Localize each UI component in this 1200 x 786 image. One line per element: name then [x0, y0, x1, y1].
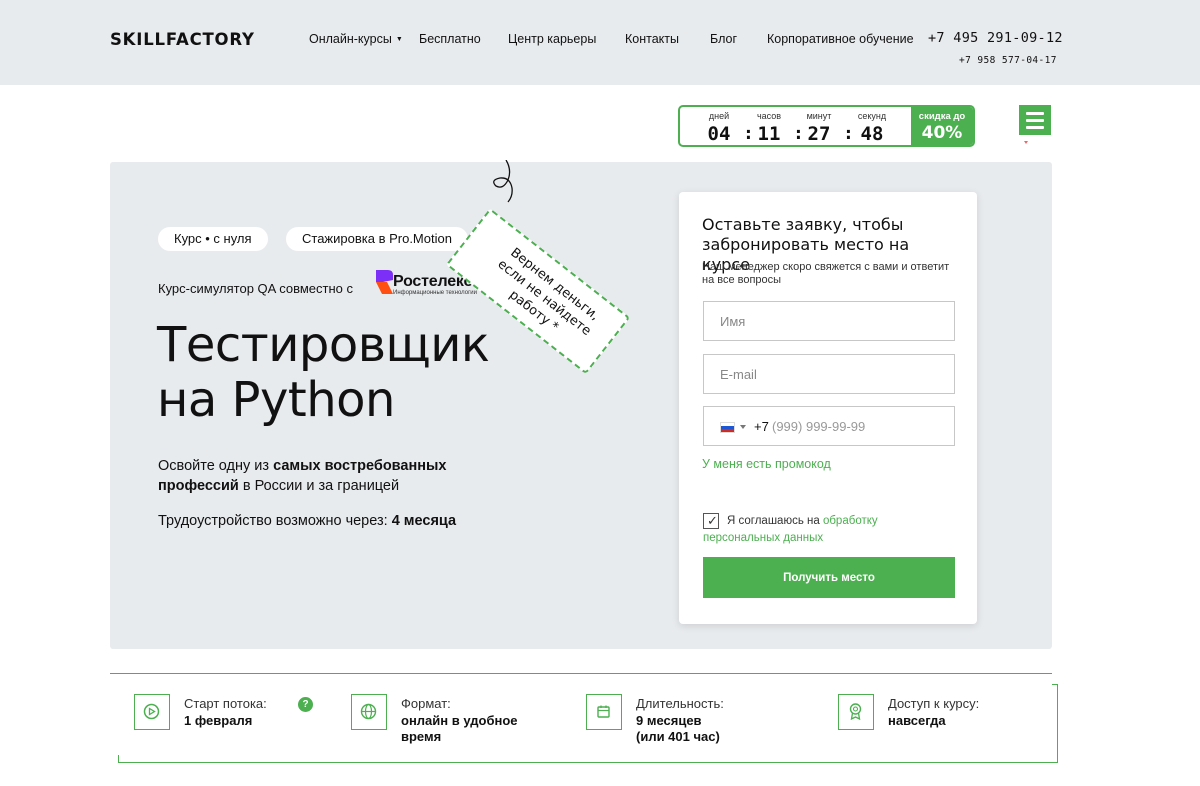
- promo-code-link[interactable]: У меня есть промокод: [702, 457, 831, 471]
- logo[interactable]: SKILLFACTORY: [110, 30, 255, 49]
- badge-internship: Стажировка в Pro.Motion: [286, 227, 468, 251]
- badge-from-scratch: Курс • с нуля: [158, 227, 268, 251]
- hamburger-icon: [1026, 126, 1044, 129]
- employment-label: Трудоустройство возможно через:: [158, 513, 392, 529]
- partner-text: Курс-симулятор QA совместно с: [158, 281, 354, 296]
- hero-description: Освойте одну из самых востребованных про…: [158, 457, 488, 496]
- partner-subtitle: Информационные технологии: [393, 290, 477, 296]
- nav-contacts[interactable]: Контакты: [625, 32, 679, 46]
- tag-string-icon: [493, 160, 513, 203]
- info-access-label: Доступ к курсу:: [888, 696, 980, 711]
- countdown-days: 04: [707, 123, 731, 145]
- info-duration-value: 9 месяцев (или 401 час): [636, 713, 720, 745]
- hamburger-icon: [1026, 112, 1044, 115]
- chevron-down-icon: ▼: [395, 36, 403, 43]
- chevron-down-icon[interactable]: [740, 425, 746, 429]
- page-title: Тестировщик на Python: [157, 317, 490, 428]
- phone-prefix: +7: [754, 419, 769, 434]
- phone-field[interactable]: +7: [703, 406, 955, 446]
- info-format-label: Формат:: [401, 696, 451, 711]
- discount-countdown: дней 04 : часов 11 : минут 27 : секунд 4…: [678, 105, 975, 147]
- russia-flag-icon[interactable]: [720, 422, 735, 433]
- info-format-line-1: онлайн в удобное: [401, 713, 518, 728]
- employment-info: Трудоустройство возможно через: 4 месяца: [158, 513, 456, 529]
- nav-free[interactable]: Бесплатно: [419, 32, 481, 46]
- nav-corporate[interactable]: Корпоративное обучение: [767, 32, 914, 46]
- title-line-1: Тестировщик: [157, 317, 490, 373]
- countdown-hours-label: часов: [756, 111, 782, 121]
- help-icon[interactable]: ?: [298, 697, 313, 712]
- hamburger-icon: [1026, 119, 1044, 122]
- info-duration-line-2: (или 401 час): [636, 729, 720, 744]
- countdown-minutes-label: минут: [806, 111, 832, 121]
- checkmark-icon: ✓: [707, 513, 718, 528]
- nav-blog[interactable]: Блог: [710, 32, 737, 46]
- menu-indicator-icon: [1024, 141, 1028, 144]
- phone-secondary[interactable]: +7 958 577-04-17: [959, 55, 1057, 66]
- employment-value: 4 месяца: [391, 513, 457, 529]
- rostelecom-logo-icon: [376, 270, 393, 294]
- desc-text-end: в России и за границей: [238, 477, 400, 494]
- nav-career-center[interactable]: Центр карьеры: [508, 32, 596, 46]
- info-duration-line-1: 9 месяцев: [636, 713, 702, 728]
- calendar-icon: [586, 694, 622, 730]
- get-place-button[interactable]: Получить место: [703, 557, 955, 598]
- menu-button[interactable]: [1019, 105, 1051, 135]
- info-start-value: 1 февраля: [184, 713, 253, 728]
- countdown-minutes: 27: [807, 123, 831, 145]
- info-format-line-2: время: [401, 729, 442, 744]
- discount-badge: скидка до 40%: [911, 107, 973, 145]
- consent-text: Я соглашаюсь на обработку персональных д…: [703, 513, 903, 547]
- countdown-days-label: дней: [708, 111, 730, 121]
- countdown-hours: 11: [757, 123, 781, 145]
- email-field[interactable]: [703, 354, 955, 394]
- nav-online-courses[interactable]: Онлайн-курсы ▼: [309, 32, 403, 46]
- desc-text: Освойте одну из: [158, 458, 274, 474]
- title-line-2: на Python: [157, 372, 395, 428]
- info-format-value: онлайн в удобное время: [401, 713, 518, 745]
- name-field[interactable]: [703, 301, 955, 341]
- globe-icon: [351, 694, 387, 730]
- course-info-strip: Старт потока: ? 1 февраля Формат: онлайн…: [110, 673, 1052, 755]
- phone-main[interactable]: +7 495 291-09-12: [928, 30, 1063, 46]
- phone-input[interactable]: [772, 407, 952, 445]
- info-access-value: навсегда: [888, 713, 946, 728]
- award-icon: [838, 694, 874, 730]
- info-duration-label: Длительность:: [636, 696, 724, 711]
- application-form: Оставьте заявку, чтобы забронировать мес…: [679, 192, 977, 624]
- nav-online-courses-label: Онлайн-курсы: [309, 32, 392, 46]
- countdown-seconds: 48: [860, 123, 884, 145]
- consent-label: Я соглашаюсь на: [727, 515, 823, 527]
- form-subtitle: Наш менеджер скоро свяжется с вами и отв…: [702, 261, 950, 286]
- discount-value: 40%: [921, 123, 963, 143]
- countdown-seconds-label: секунд: [857, 111, 887, 121]
- discount-label: скидка до: [918, 111, 966, 122]
- play-icon: [134, 694, 170, 730]
- info-start-label: Старт потока:: [184, 696, 267, 711]
- site-header: SKILLFACTORY Онлайн-курсы ▼ Бесплатно Цен…: [0, 0, 1200, 85]
- consent-checkbox[interactable]: ✓: [703, 513, 719, 529]
